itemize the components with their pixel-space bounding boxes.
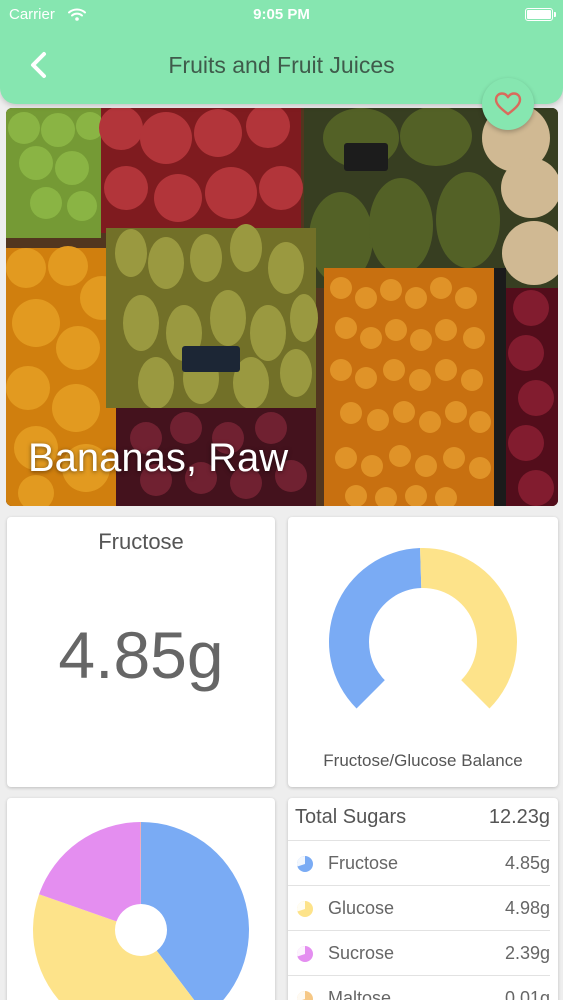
sugar-value: 4.85g: [504, 853, 550, 873]
total-sugars-value: 12.23g: [488, 806, 550, 828]
battery-icon: [525, 8, 556, 21]
balance-gauge-chart: [329, 548, 517, 709]
total-sugars-label: Total Sugars: [295, 806, 407, 828]
pie-segment-icon: [297, 991, 313, 1000]
hero-image: Bananas, Raw: [6, 108, 558, 506]
page-title: Fruits and Fruit Juices: [168, 52, 395, 78]
sugar-donut-chart: [33, 822, 249, 1000]
heart-icon: [494, 92, 522, 116]
sugar-value: 0.01g: [504, 988, 550, 1000]
app-header: Carrier 9:05 PM Fruits and Fruit Juices: [0, 0, 563, 104]
sugar-name: Maltose: [328, 988, 392, 1000]
balance-label: Fructose/Glucose Balance: [323, 751, 523, 770]
sugar-row-maltose[interactable]: Maltose 0.01g: [288, 975, 550, 1000]
sugar-row-fructose[interactable]: Fructose 4.85g: [288, 840, 550, 885]
sugar-row-glucose[interactable]: Glucose 4.98g: [288, 885, 550, 930]
sugar-name: Glucose: [328, 898, 395, 918]
favorite-button[interactable]: [482, 78, 534, 130]
pie-segment-icon: [296, 856, 313, 872]
sugars-card: Total Sugars 12.23g Fructose 4.85g Gluco…: [288, 798, 558, 1000]
clock: 9:05 PM: [253, 6, 310, 23]
sugar-value: 2.39g: [504, 943, 550, 963]
fructose-label: Fructose: [98, 529, 184, 554]
total-sugars-row: Total Sugars 12.23g: [288, 798, 558, 838]
pie-segment-icon: [296, 901, 313, 917]
fructose-value: 4.85g: [58, 618, 224, 692]
fructose-card: Fructose 4.85g: [7, 517, 275, 787]
gauge-slice-glucose: [420, 548, 517, 709]
gauge-slice-fructose: [329, 548, 422, 709]
balance-card: Fructose/Glucose Balance: [288, 517, 558, 787]
sugar-value: 4.98g: [504, 898, 550, 918]
sugar-name: Sucrose: [328, 943, 395, 963]
pie-segment-icon: [296, 946, 313, 962]
food-name: Bananas, Raw: [28, 436, 289, 480]
sugar-row-sucrose[interactable]: Sucrose 2.39g: [288, 930, 550, 975]
sugar-name: Fructose: [328, 853, 399, 873]
status-bar: Carrier 9:05 PM: [0, 6, 563, 26]
sugar-list: Fructose 4.85g Glucose 4.98g Sucrose 2.3…: [288, 840, 558, 1000]
sugar-pie-card: [7, 798, 275, 1000]
